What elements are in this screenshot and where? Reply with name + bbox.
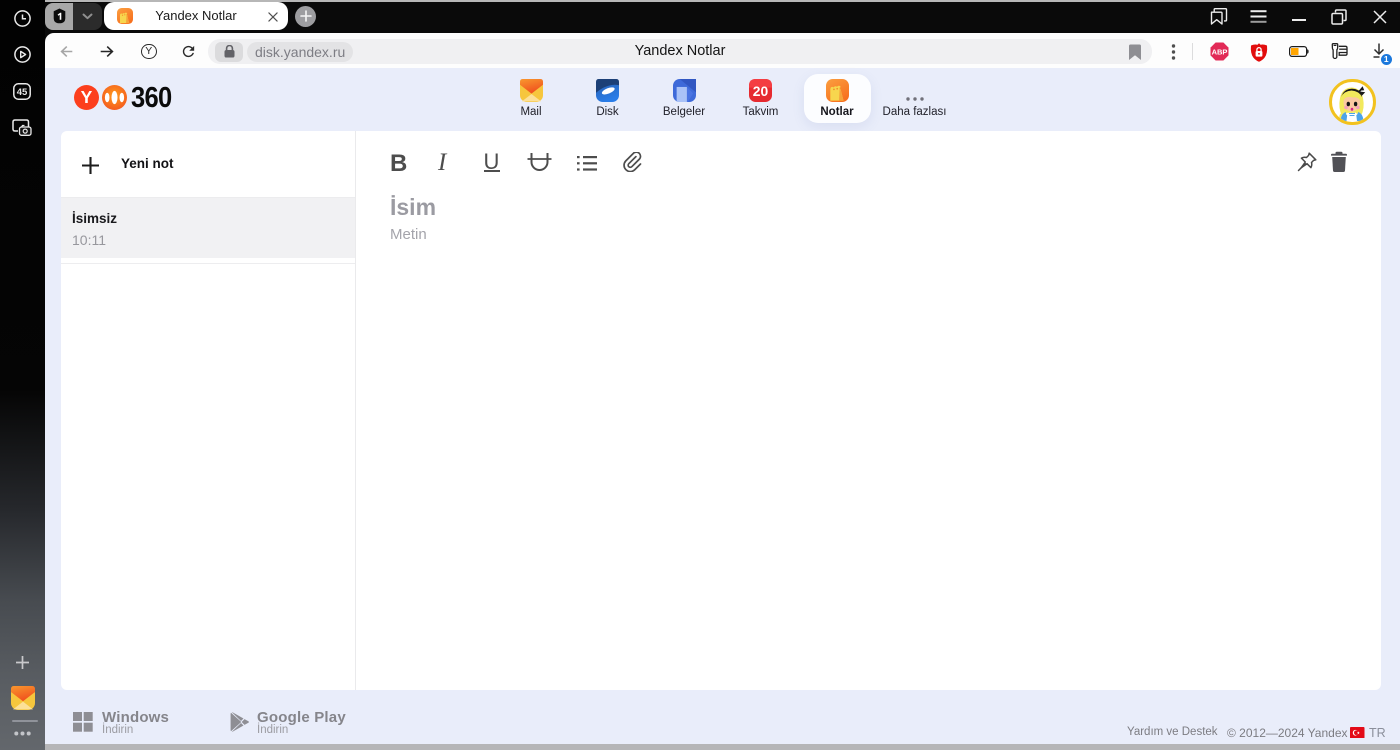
svg-text:20: 20 [753, 82, 769, 98]
svg-text:45: 45 [17, 87, 28, 98]
svg-text:ABP: ABP [1212, 48, 1228, 57]
